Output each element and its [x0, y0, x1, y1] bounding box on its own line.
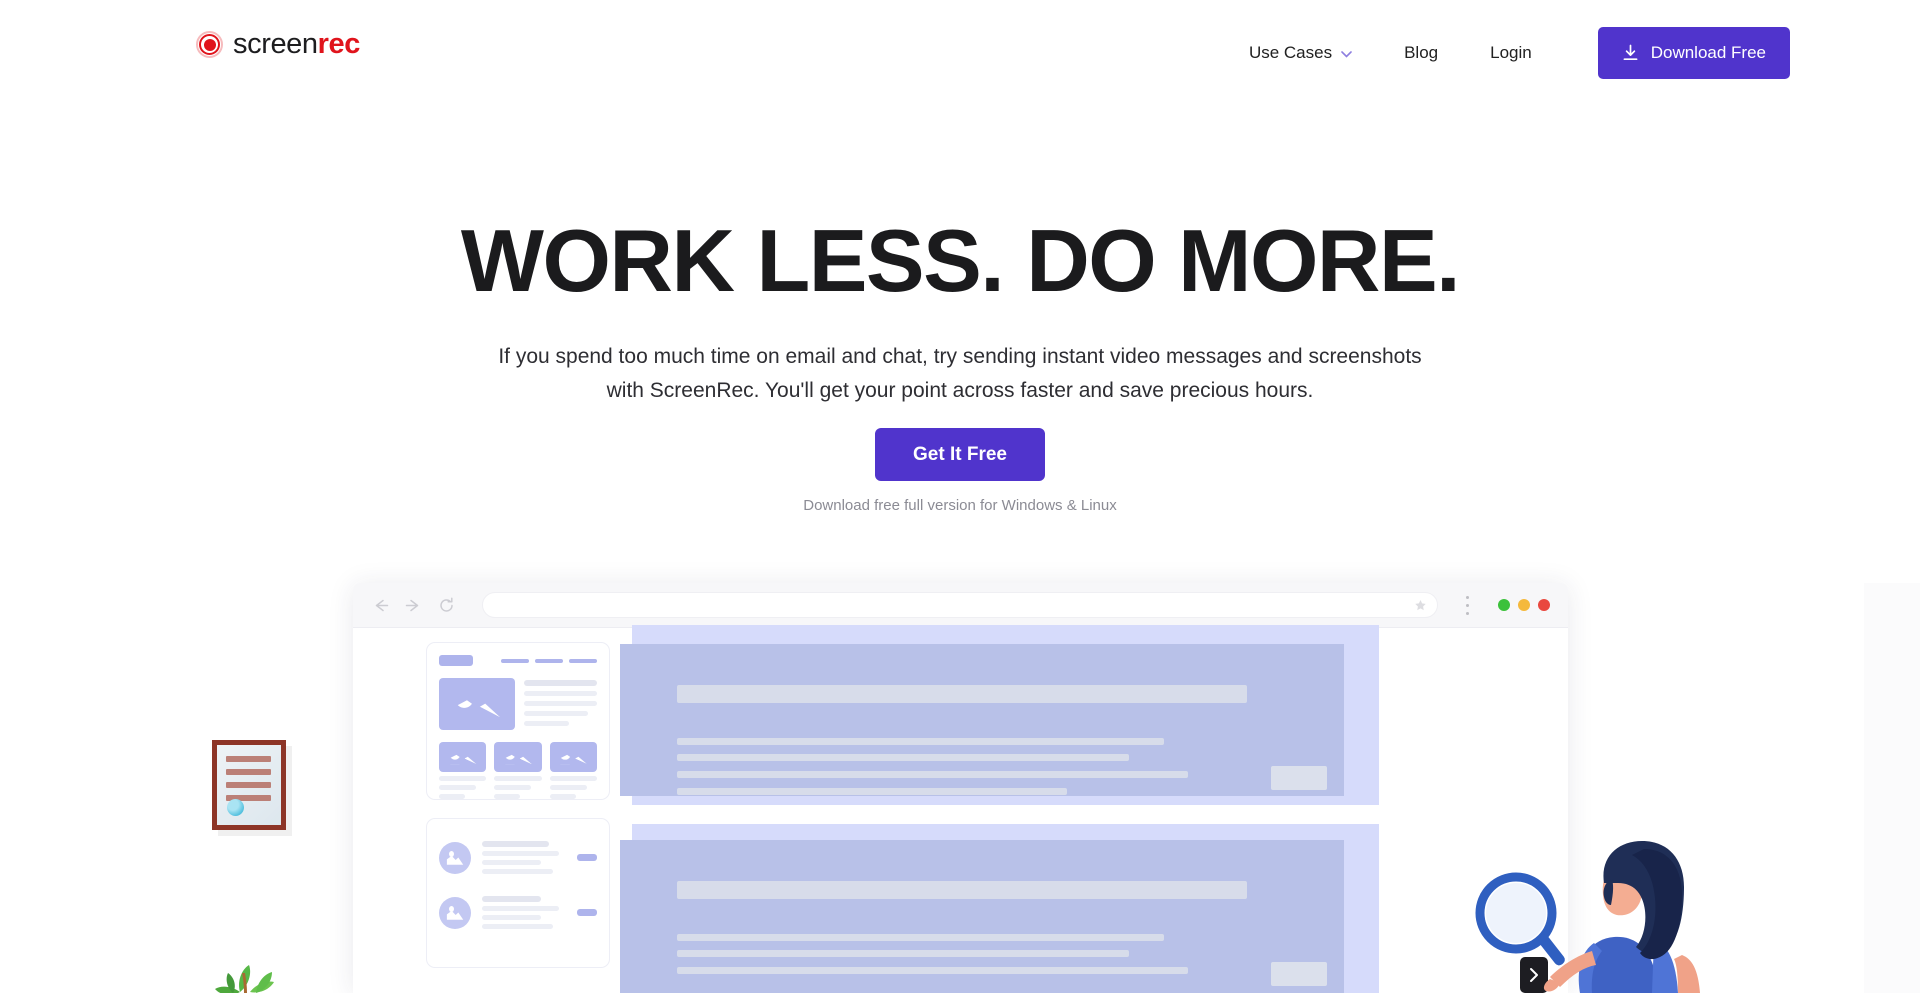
nav-item-use-cases[interactable]: Use Cases [1223, 26, 1378, 80]
placeholder-line [677, 967, 1188, 974]
list-card[interactable] [426, 818, 610, 968]
placeholder-line [494, 776, 542, 781]
download-icon [1622, 44, 1639, 62]
record-dot-icon [196, 31, 223, 58]
reload-icon[interactable] [437, 596, 456, 615]
placeholder-line [482, 896, 541, 902]
placeholder-line [677, 685, 1247, 703]
brand-name: screenrec [233, 30, 360, 59]
placeholder-line [524, 711, 589, 716]
plant-illustration [200, 948, 318, 993]
article-card[interactable] [426, 642, 610, 800]
placeholder-line [677, 881, 1247, 899]
placeholder-line [524, 701, 597, 706]
image-placeholder-icon [439, 742, 487, 772]
placeholder-line [439, 785, 476, 790]
brand-name-light: screen [233, 28, 318, 60]
placeholder-line [677, 934, 1164, 941]
window-dot-green[interactable] [1498, 599, 1510, 611]
brand-name-bold: rec [317, 28, 361, 60]
woman-with-magnifier-illustration [1468, 839, 1704, 993]
placeholder-line [482, 924, 553, 929]
placeholder-line [482, 906, 560, 911]
page-title: WORK LESS. DO MORE. [460, 211, 1461, 310]
image-placeholder-icon [439, 678, 515, 730]
avatar-placeholder-icon [439, 841, 471, 874]
tag-chip [577, 854, 597, 861]
nav-chip [501, 658, 529, 663]
placeholder-line [482, 869, 553, 874]
download-free-button-label: Download Free [1650, 43, 1766, 62]
url-input[interactable] [482, 592, 1438, 618]
placeholder-line [482, 851, 560, 856]
browser-toolbar [353, 583, 1568, 628]
primary-nav: Use Cases Blog Login Download Free [1223, 26, 1790, 80]
nav-item-blog[interactable]: Blog [1378, 26, 1464, 80]
site-header: screenrec Use Cases Blog Login Download … [0, 0, 1920, 105]
arrow-right-icon[interactable] [404, 596, 423, 615]
nav-chip [569, 658, 597, 663]
nav-item-login[interactable]: Login [1464, 26, 1558, 80]
placeholder-line [524, 721, 570, 726]
browser-mockup [353, 583, 1568, 993]
chevron-down-icon [1341, 50, 1352, 58]
arrow-left-icon[interactable] [371, 596, 390, 615]
page-right-gutter [1864, 583, 1920, 993]
hero-cta-wrap: Get It Free [0, 428, 1920, 481]
hero-subheadline: If you spend too much time on email and … [498, 345, 1422, 402]
placeholder-line [549, 776, 597, 781]
landing-page: screenrec Use Cases Blog Login Download … [0, 0, 1920, 993]
placeholder-line [677, 738, 1164, 745]
placeholder-line [524, 691, 597, 696]
placeholder-line [677, 950, 1129, 957]
capture-selection[interactable] [620, 644, 1344, 796]
placeholder-line [482, 860, 541, 865]
placeholder-line [439, 776, 487, 781]
placeholder-line [677, 788, 1067, 795]
placeholder-line [494, 794, 521, 799]
placeholder-button [1271, 766, 1327, 790]
image-placeholder-icon [549, 742, 597, 772]
window-dot-yellow[interactable] [1518, 599, 1530, 611]
nav-item-label: Login [1490, 43, 1532, 62]
nav-item-label: Use Cases [1248, 43, 1333, 62]
download-free-button[interactable]: Download Free [1597, 27, 1790, 79]
nav-chip [535, 658, 563, 663]
window-controls [1498, 599, 1550, 611]
tag-chip [439, 655, 473, 666]
avatar-placeholder-icon [439, 896, 471, 929]
tag-chip [577, 909, 597, 916]
certificate-seal-icon [227, 799, 244, 816]
brand-logo[interactable]: screenrec [196, 30, 360, 59]
window-dot-red[interactable] [1538, 599, 1550, 611]
image-placeholder-icon [494, 742, 542, 772]
placeholder-line [549, 785, 587, 790]
placeholder-line [482, 841, 550, 847]
hero-cta-note: Download free full version for Windows &… [803, 497, 1117, 514]
browser-viewport [353, 625, 1568, 993]
placeholder-line [439, 794, 466, 799]
placeholder-line [677, 771, 1188, 778]
kebab-menu-icon[interactable] [1466, 595, 1470, 615]
placeholder-line [549, 794, 576, 799]
placeholder-line [677, 754, 1129, 761]
star-icon[interactable] [1414, 599, 1427, 612]
placeholder-line [524, 680, 597, 686]
capture-selection[interactable] [620, 840, 1344, 993]
get-it-free-button[interactable]: Get It Free [875, 428, 1045, 481]
nav-item-label: Blog [1404, 43, 1439, 62]
placeholder-line [494, 785, 532, 790]
framed-certificate-illustration [212, 740, 292, 836]
placeholder-button [1271, 962, 1327, 986]
placeholder-line [482, 915, 541, 920]
